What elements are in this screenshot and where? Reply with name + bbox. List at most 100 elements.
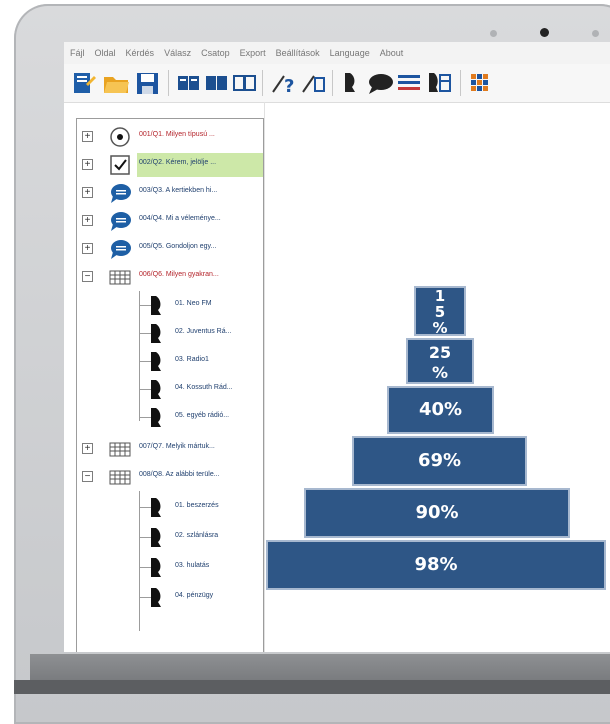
head-silhouette-icon	[151, 528, 161, 547]
tree-row-q1[interactable]: + 001/Q1. Milyen típusú ...	[77, 123, 263, 151]
collapse-icon[interactable]: −	[82, 271, 93, 282]
tree-row-label: 005/Q5. Gondoljon egy...	[139, 243, 217, 250]
menu-about[interactable]: About	[380, 48, 404, 58]
child-label: 02. Juventus Rá...	[175, 328, 232, 335]
open-folder-icon[interactable]	[102, 70, 130, 96]
head-silhouette-icon	[151, 408, 161, 427]
child-label: 04. pénzügy	[175, 592, 214, 599]
pyramid-value: 69%	[417, 450, 462, 471]
menu-answer[interactable]: Válasz	[164, 48, 191, 58]
page-add-icon[interactable]	[176, 70, 202, 96]
grid-color-icon[interactable]	[468, 70, 492, 96]
menu-settings[interactable]: Beállítások	[276, 48, 320, 58]
child-label: 02. szlánlásra	[175, 532, 219, 539]
toolbar-separator	[460, 70, 461, 96]
tree-child-item[interactable]: 03. hulatás	[77, 553, 263, 581]
expand-icon[interactable]: +	[82, 187, 93, 198]
head-silhouette-icon	[151, 296, 161, 315]
grid-icon	[109, 442, 131, 457]
head-silhouette-icon	[151, 588, 161, 607]
menu-bar: Fájl Oldal Kérdés Válasz Csatop Export B…	[64, 42, 610, 64]
tree-row-q2[interactable]: + 002/Q2. Kérem, jelölje ...	[77, 151, 263, 179]
tree-row-label: 008/Q8. Az alábbi terüle...	[139, 471, 220, 478]
tree-row-q4[interactable]: + 004/Q4. Mi a véleménye...	[77, 207, 263, 235]
tree-child-item[interactable]: 02. szlánlásra	[77, 523, 263, 551]
head-silhouette-icon	[151, 352, 161, 371]
speech-bubble-icon	[111, 240, 131, 259]
pyramid-level-1: 1 5 %	[414, 286, 466, 336]
speech-bubble-icon[interactable]	[366, 70, 394, 96]
tree-child-item[interactable]: 04. Kossuth Rád...	[77, 375, 263, 403]
child-label: 04. Kossuth Rád...	[175, 384, 233, 391]
head-silhouette-icon	[151, 324, 161, 343]
pyramid-value: 90%	[415, 502, 459, 523]
tree-child-item[interactable]: 05. egyéb rádió...	[77, 403, 263, 431]
tree-row-label: 006/Q6. Milyen gyakran...	[139, 271, 219, 278]
checkbox-icon	[110, 155, 130, 175]
new-document-icon[interactable]	[70, 70, 98, 96]
tree-row-label: 007/Q7. Melyik mártuk...	[139, 443, 215, 450]
menu-language[interactable]: Language	[330, 48, 370, 58]
head-silhouette-icon	[151, 498, 161, 517]
child-label: 01. Neo FM	[175, 300, 212, 307]
page-view-icon[interactable]	[232, 70, 258, 96]
pyramid-level-3: 40%	[387, 386, 494, 434]
pyramid-value: 40%	[418, 399, 463, 420]
tree-child-item[interactable]: 04. pénzügy	[77, 583, 263, 611]
child-label: 05. egyéb rádió...	[175, 412, 230, 419]
speech-bubble-icon	[111, 184, 131, 203]
speech-bubble-icon	[111, 212, 131, 231]
svg-text:?: ?	[284, 76, 294, 96]
grid-icon	[109, 470, 131, 485]
child-label: 03. hulatás	[175, 562, 210, 569]
child-label: 03. Radio1	[175, 356, 209, 363]
tree-row-label: 001/Q1. Milyen típusú ...	[139, 131, 215, 138]
pyramid-value: 98%	[414, 554, 458, 575]
pyramid-value: 25 %	[428, 343, 452, 382]
tree-child-item[interactable]: 01. beszerzés	[77, 493, 263, 521]
question-tree: + 001/Q1. Milyen típusú ... + 002/Q2. Ké…	[76, 118, 264, 652]
pyramid-value: 1 5 %	[432, 287, 448, 337]
tree-row-q3[interactable]: + 003/Q3. A kertiekben hi...	[77, 179, 263, 207]
tree-child-item[interactable]: 03. Radio1	[77, 347, 263, 375]
menu-export[interactable]: Export	[240, 48, 266, 58]
tree-row-label: 002/Q2. Kérem, jelölje ...	[139, 159, 217, 166]
grid-icon	[109, 270, 131, 285]
tree-row-q6[interactable]: − 006/Q6. Milyen gyakran...	[77, 263, 263, 291]
save-icon[interactable]	[134, 70, 162, 96]
list-lines-icon[interactable]	[396, 70, 422, 96]
tree-row-label: 003/Q3. A kertiekben hi...	[139, 187, 218, 194]
tree-child-item[interactable]: 02. Juventus Rá...	[77, 319, 263, 347]
head-silhouette-icon	[151, 558, 161, 577]
answer-wand-icon[interactable]	[300, 70, 328, 96]
laptop-base	[14, 680, 610, 694]
head-table-icon[interactable]	[426, 70, 454, 96]
tree-child-item[interactable]: 01. Neo FM	[77, 291, 263, 319]
menu-file[interactable]: Fájl	[70, 48, 85, 58]
toolbar-separator	[262, 70, 263, 96]
menu-page[interactable]: Oldal	[95, 48, 116, 58]
question-wand-icon[interactable]: ?	[270, 70, 298, 96]
expand-icon[interactable]: +	[82, 243, 93, 254]
menu-attach[interactable]: Csatop	[201, 48, 230, 58]
tree-row-q7[interactable]: + 007/Q7. Melyik mártuk...	[77, 435, 263, 463]
expand-icon[interactable]: +	[82, 215, 93, 226]
expand-icon[interactable]: +	[82, 159, 93, 170]
page-book-icon[interactable]	[204, 70, 230, 96]
head-silhouette-icon	[151, 380, 161, 399]
pyramid-level-6: 98%	[266, 540, 606, 590]
radio-icon	[110, 127, 130, 147]
toolbar-separator	[332, 70, 333, 96]
tree-row-q5[interactable]: + 005/Q5. Gondoljon egy...	[77, 235, 263, 263]
tree-row-q8[interactable]: − 008/Q8. Az alábbi terüle...	[77, 463, 263, 491]
head-silhouette-icon[interactable]	[340, 70, 364, 96]
toolbar: ?	[64, 64, 610, 103]
expand-icon[interactable]: +	[82, 131, 93, 142]
panel-divider	[264, 102, 265, 652]
tree-row-label: 004/Q4. Mi a véleménye...	[139, 215, 221, 222]
menu-question[interactable]: Kérdés	[126, 48, 155, 58]
expand-icon[interactable]: +	[82, 443, 93, 454]
collapse-icon[interactable]: −	[82, 471, 93, 482]
child-label: 01. beszerzés	[175, 502, 219, 509]
app-screen: Fájl Oldal Kérdés Válasz Csatop Export B…	[64, 42, 610, 652]
